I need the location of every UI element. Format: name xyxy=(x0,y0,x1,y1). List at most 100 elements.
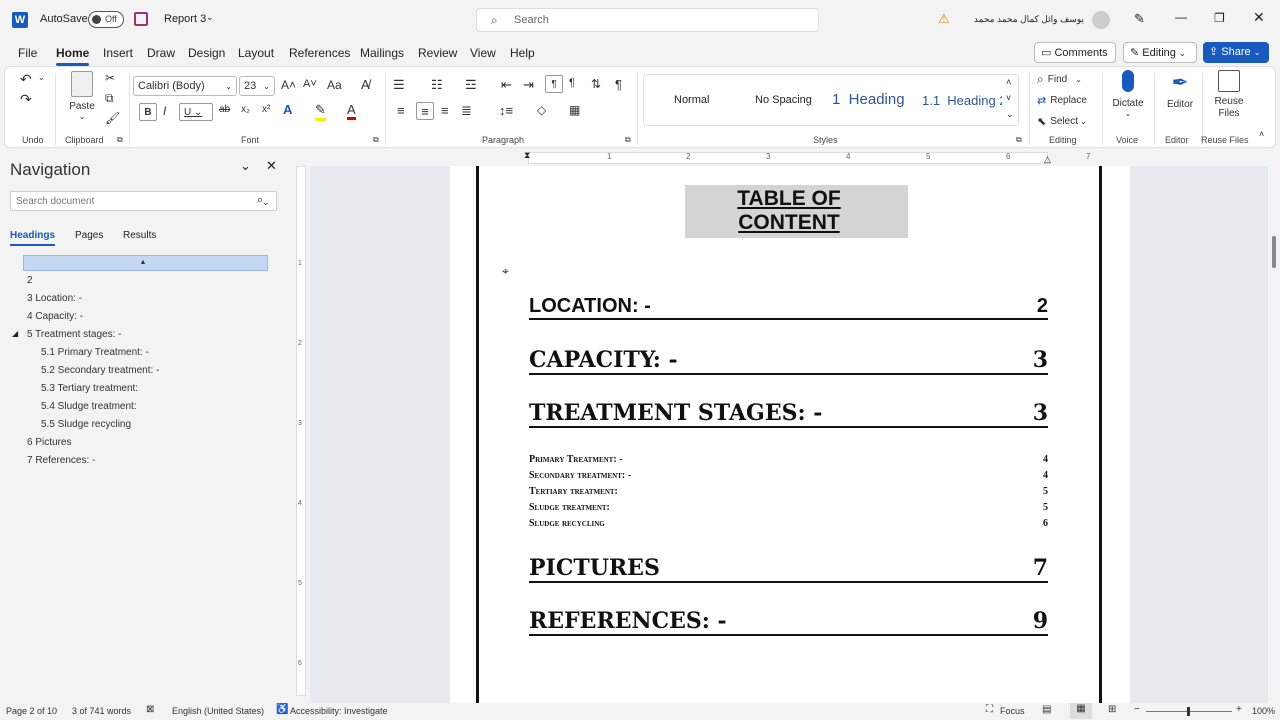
tab-help[interactable]: Help xyxy=(510,46,535,60)
editor-button[interactable]: ✒ Editor xyxy=(1161,70,1199,110)
right-indent-marker-icon[interactable]: △ xyxy=(1044,154,1051,165)
shrink-font-icon[interactable]: A˅ xyxy=(303,78,317,90)
undo-chevron-icon[interactable]: ⌄ xyxy=(38,73,45,82)
styles-more-icon[interactable]: ⌄ xyxy=(1006,109,1014,120)
doc-name-chevron-icon[interactable]: ⌄ xyxy=(206,12,214,23)
reuse-files-button[interactable]: Reuse Files xyxy=(1209,70,1249,120)
nav-heading-item[interactable]: 4 Capacity: - xyxy=(27,311,83,322)
find-button[interactable]: ⌕ Find ⌄ xyxy=(1037,72,1082,87)
nav-heading-item[interactable]: 2 xyxy=(27,275,33,286)
editing-mode-button[interactable]: ✎ Editing ⌄ xyxy=(1123,42,1197,63)
scrollbar-thumb[interactable] xyxy=(1272,236,1276,268)
vertical-scrollbar[interactable] xyxy=(1268,166,1280,703)
read-mode-icon[interactable]: ▤ xyxy=(1042,704,1051,715)
bullets-icon[interactable]: ☰ xyxy=(393,77,405,93)
toc-entry[interactable]: PICTURES 7 xyxy=(529,554,1048,583)
nav-heading-item[interactable]: 6 Pictures xyxy=(27,437,71,448)
nav-options-chevron-icon[interactable]: ⌄ xyxy=(240,158,251,174)
styles-gallery[interactable]: Normal No Spacing 1 Heading 1.1 Heading … xyxy=(643,74,1019,126)
toc-title[interactable]: TABLE OF CONTENT xyxy=(685,187,893,235)
styles-scroll-down-icon[interactable]: ˅ xyxy=(1006,93,1011,103)
user-name[interactable]: يوسف وائل كمال محمد محمد xyxy=(958,14,1084,25)
replace-button[interactable]: ⇄ Replace xyxy=(1037,94,1087,107)
nav-subheading-item[interactable]: 5.3 Tertiary treatment: xyxy=(41,383,138,394)
clear-format-icon[interactable]: A̸ xyxy=(361,77,370,92)
toc-entry[interactable]: REFERENCES: - 9 xyxy=(529,607,1048,636)
redo-icon[interactable]: ↷ xyxy=(20,91,32,108)
zoom-slider-thumb[interactable] xyxy=(1187,707,1190,716)
justify-icon[interactable]: ≣ xyxy=(461,103,472,119)
toc-entry[interactable]: LOCATION: - 2 xyxy=(529,294,1048,320)
document-name[interactable]: Report 3 xyxy=(164,13,206,25)
toc-subentry[interactable]: Sludge treatment: 5 xyxy=(529,502,1048,513)
italic-icon[interactable]: I xyxy=(163,104,166,118)
format-painter-icon[interactable]: 🖌 xyxy=(105,111,120,125)
shading-icon[interactable]: ◇ xyxy=(537,103,546,117)
rtl-icon[interactable]: ¶ xyxy=(569,77,575,89)
accessibility-status[interactable]: Accessibility: Investigate xyxy=(290,706,388,716)
tab-review[interactable]: Review xyxy=(418,46,457,60)
sort-icon[interactable]: ⇅ xyxy=(591,77,601,91)
line-spacing-icon[interactable]: ↕≡ xyxy=(499,103,513,118)
zoom-level[interactable]: 100% xyxy=(1252,706,1275,716)
close-icon[interactable]: ✕ xyxy=(1253,9,1265,26)
dictate-button[interactable]: Dictate ⌄ xyxy=(1109,70,1147,118)
nav-heading-item[interactable]: 7 References: - xyxy=(27,455,95,466)
subscript-icon[interactable]: x₂ xyxy=(241,104,250,115)
copy-icon[interactable]: ⧉ xyxy=(105,91,114,106)
restore-icon[interactable]: ❐ xyxy=(1214,11,1225,25)
font-launcher-icon[interactable]: ⧉ xyxy=(373,135,379,145)
style-normal[interactable]: Normal xyxy=(674,94,709,106)
toc-subentry[interactable]: Primary Treatment: - 4 xyxy=(529,454,1048,465)
nav-selected-heading[interactable]: ▴ xyxy=(23,255,268,271)
paste-button[interactable]: Paste ⌄ xyxy=(67,71,97,121)
page-count[interactable]: Page 2 of 10 xyxy=(6,706,57,716)
search-box[interactable]: ⌕ Search xyxy=(476,8,819,32)
tab-insert[interactable]: Insert xyxy=(103,46,133,60)
nav-tab-headings[interactable]: Headings xyxy=(10,230,56,246)
align-right-icon[interactable]: ≡ xyxy=(441,103,449,118)
tab-file[interactable]: File xyxy=(18,46,37,60)
grow-font-icon[interactable]: A˄ xyxy=(281,78,296,92)
superscript-icon[interactable]: x² xyxy=(262,104,270,115)
nav-heading-item[interactable]: 3 Location: - xyxy=(27,293,82,304)
save-icon[interactable] xyxy=(134,12,148,26)
tab-mailings[interactable]: Mailings xyxy=(360,46,404,60)
collapse-ribbon-icon[interactable]: ˄ xyxy=(1259,129,1264,139)
undo-icon[interactable]: ↶ xyxy=(20,71,32,88)
style-no-spacing[interactable]: No Spacing xyxy=(755,94,812,106)
avatar[interactable] xyxy=(1092,11,1110,29)
bold-icon[interactable]: B xyxy=(139,103,157,121)
toc-entry[interactable]: CAPACITY: - 3 xyxy=(529,346,1048,375)
pen-icon[interactable]: ✎ xyxy=(1134,11,1145,27)
font-color-icon[interactable]: A xyxy=(347,102,356,120)
numbering-icon[interactable]: ☷ xyxy=(431,77,443,93)
zoom-slider[interactable] xyxy=(1146,707,1232,716)
increase-indent-icon[interactable]: ⇥ xyxy=(523,77,534,93)
nav-tab-pages[interactable]: Pages xyxy=(75,230,103,241)
comments-button[interactable]: ▭ Comments xyxy=(1034,42,1116,63)
warning-icon[interactable]: ⚠ xyxy=(938,11,950,27)
focus-label[interactable]: Focus xyxy=(1000,706,1025,716)
nav-close-icon[interactable]: ✕ xyxy=(266,158,277,174)
styles-scroll-up-icon[interactable]: ˄ xyxy=(1006,77,1011,87)
nav-heading-item[interactable]: 5 Treatment stages: - xyxy=(27,329,122,340)
toc-subentry[interactable]: Secondary treatment: - 4 xyxy=(529,470,1048,481)
cut-icon[interactable]: ✂ xyxy=(105,71,115,85)
change-case-button[interactable]: Aa xyxy=(327,78,342,92)
tab-home[interactable]: Home xyxy=(56,46,90,66)
clipboard-launcher-icon[interactable]: ⧉ xyxy=(117,135,123,145)
web-layout-icon[interactable]: ⊞ xyxy=(1108,704,1116,715)
toc-subentry[interactable]: Tertiary treatment: 5 xyxy=(529,486,1048,497)
nav-search-input[interactable]: Search document ⌕⌄ xyxy=(10,191,277,211)
nav-search-icon[interactable]: ⌕⌄ xyxy=(257,194,268,207)
word-count[interactable]: 3 of 741 words xyxy=(72,706,131,716)
ltr-icon[interactable]: ¶ xyxy=(545,75,563,93)
expand-toggle-icon[interactable]: ◢ xyxy=(12,329,18,338)
minimize-icon[interactable]: — xyxy=(1175,10,1187,24)
font-name-select[interactable]: Calibri (Body) ⌄ xyxy=(133,76,237,96)
text-effects-icon[interactable]: A xyxy=(283,102,292,117)
indent-marker-icon[interactable]: ⧗ xyxy=(524,150,530,161)
nav-subheading-item[interactable]: 5.4 Sludge treatment: xyxy=(41,401,137,412)
zoom-in-icon[interactable]: + xyxy=(1236,704,1242,715)
